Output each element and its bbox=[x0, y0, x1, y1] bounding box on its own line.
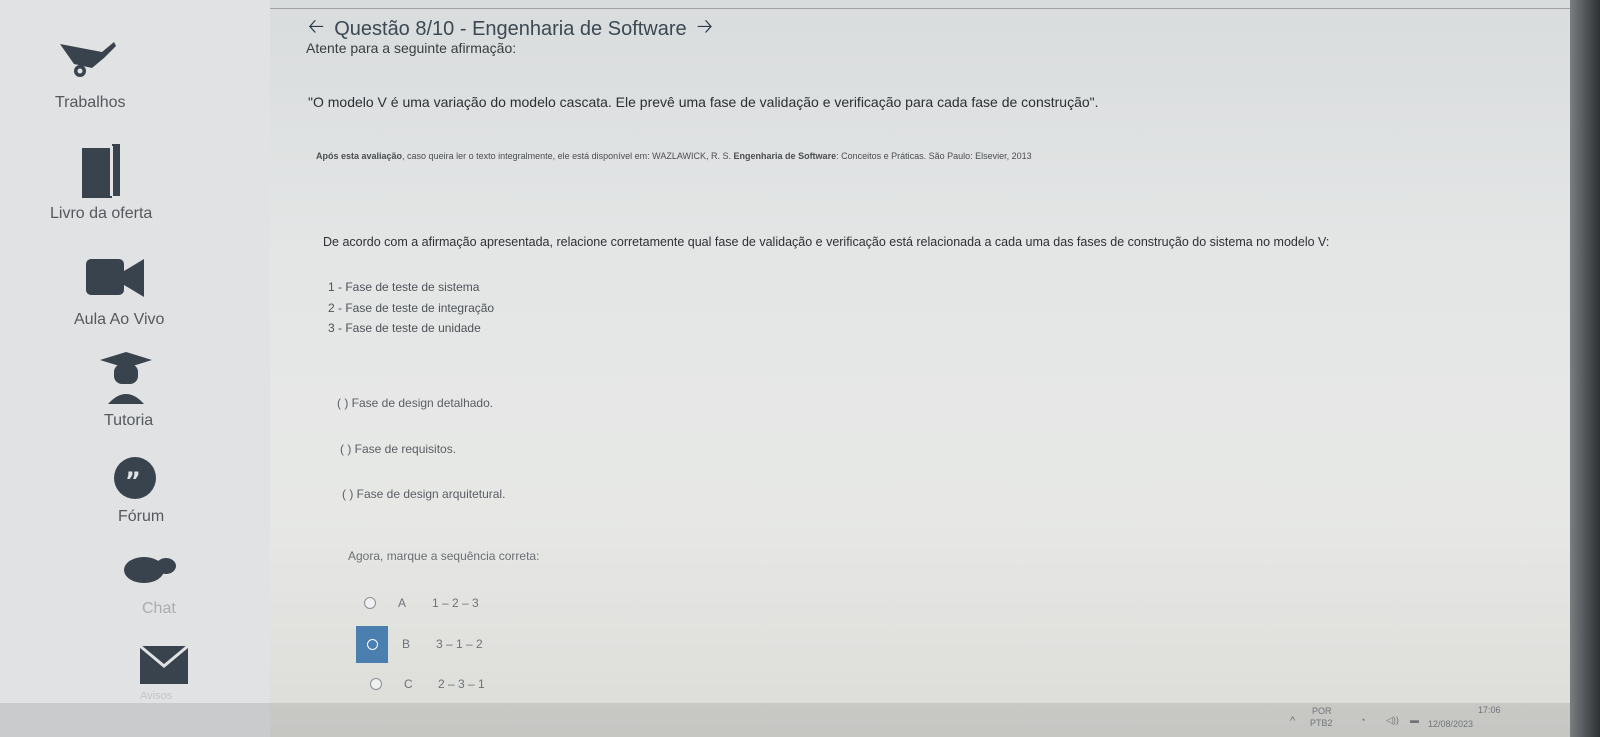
video-camera-icon bbox=[86, 259, 144, 297]
clock-date[interactable]: 12/08/2023 bbox=[1428, 719, 1473, 729]
option-letter: C bbox=[404, 677, 413, 691]
volume-icon[interactable]: ◁)) bbox=[1386, 715, 1399, 726]
radio-button[interactable] bbox=[370, 678, 382, 690]
reference-end: : Conceitos e Práticas. São Paulo: Elsev… bbox=[836, 151, 1032, 161]
sidebar-item-label: Tutoria bbox=[104, 412, 154, 429]
screen-bezel bbox=[1570, 0, 1600, 737]
phase-item: 1 - Fase de teste de sistema bbox=[328, 280, 480, 294]
svg-text:”: ” bbox=[125, 467, 141, 495]
option-value: 2 – 3 – 1 bbox=[438, 677, 485, 691]
sidebar-item-label: Livro da oferta bbox=[50, 205, 153, 222]
blank-item: ( ) Fase de requisitos. bbox=[340, 442, 457, 456]
language-indicator[interactable]: POR bbox=[1312, 706, 1332, 716]
option-b[interactable]: B 3 – 1 – 2 bbox=[402, 637, 483, 651]
battery-icon[interactable]: ▬ bbox=[1410, 715, 1419, 725]
sidebar: Trabalhos Livro da oferta Aula Ao Vivo T… bbox=[0, 0, 270, 737]
selected-radio-highlight[interactable] bbox=[356, 626, 388, 663]
option-letter: A bbox=[398, 596, 407, 610]
keyboard-layout[interactable]: PTB2 bbox=[1310, 718, 1333, 728]
question-reference: Após esta avaliação, caso queira ler o t… bbox=[316, 151, 1032, 161]
question-statement: "O modelo V é uma variação do modelo cas… bbox=[308, 94, 1099, 110]
blank-item: ( ) Fase de design arquitetural. bbox=[342, 487, 506, 501]
next-arrow-icon[interactable]: 🡢 bbox=[697, 12, 713, 46]
chat-bubble-icon bbox=[124, 557, 176, 583]
option-letter: B bbox=[402, 637, 411, 651]
reference-bold-start: Após esta avaliação bbox=[316, 151, 403, 161]
sidebar-item-label: Fórum bbox=[118, 508, 165, 525]
option-value: 3 – 1 – 2 bbox=[436, 637, 483, 651]
quote-bubble-icon: ” bbox=[114, 457, 156, 499]
phase-item: 2 - Fase de teste de integração bbox=[328, 301, 495, 315]
sidebar-item-label: Trabalhos bbox=[55, 94, 126, 111]
wifi-icon[interactable]: ◔ bbox=[1360, 715, 1365, 725]
question-intro: Atente para a seguinte afirmação: bbox=[306, 40, 517, 56]
answer-instruction: Agora, marque a sequência correta: bbox=[348, 549, 540, 563]
reference-bold-book: Engenharia de Software bbox=[733, 151, 837, 161]
reference-mid: , caso queira ler o texto integralmente,… bbox=[402, 151, 732, 161]
option-c[interactable]: C 2 – 3 – 1 bbox=[370, 677, 485, 691]
graduate-icon bbox=[100, 352, 152, 404]
option-a[interactable]: A 1 – 2 – 3 bbox=[364, 596, 479, 610]
taskbar: POR PTB2 17:06 12/08/2023 ^ ◔ ◁)) ▬ bbox=[0, 703, 1600, 737]
radio-selected-icon bbox=[367, 639, 378, 650]
question-prompt: De acordo com a afirmação apresentada, r… bbox=[323, 235, 1330, 249]
sidebar-item-label: Aula Ao Vivo bbox=[74, 311, 165, 328]
clock-time[interactable]: 17:06 bbox=[1478, 705, 1501, 715]
tray-chevron-icon[interactable]: ^ bbox=[1290, 715, 1295, 727]
radio-button[interactable] bbox=[364, 597, 376, 609]
blank-item: ( ) Fase de design detalhado. bbox=[337, 396, 494, 410]
phase-item: 3 - Fase de teste de unidade bbox=[328, 321, 481, 335]
option-value: 1 – 2 – 3 bbox=[432, 596, 479, 610]
page-title: Questão 8/10 - Engenharia de Software bbox=[334, 17, 687, 40]
sidebar-item-label: Avisos bbox=[140, 690, 173, 702]
envelope-icon bbox=[139, 644, 189, 684]
wheelbarrow-icon bbox=[60, 42, 116, 77]
sidebar-item-label: Chat bbox=[142, 600, 176, 617]
book-icon bbox=[82, 144, 120, 198]
